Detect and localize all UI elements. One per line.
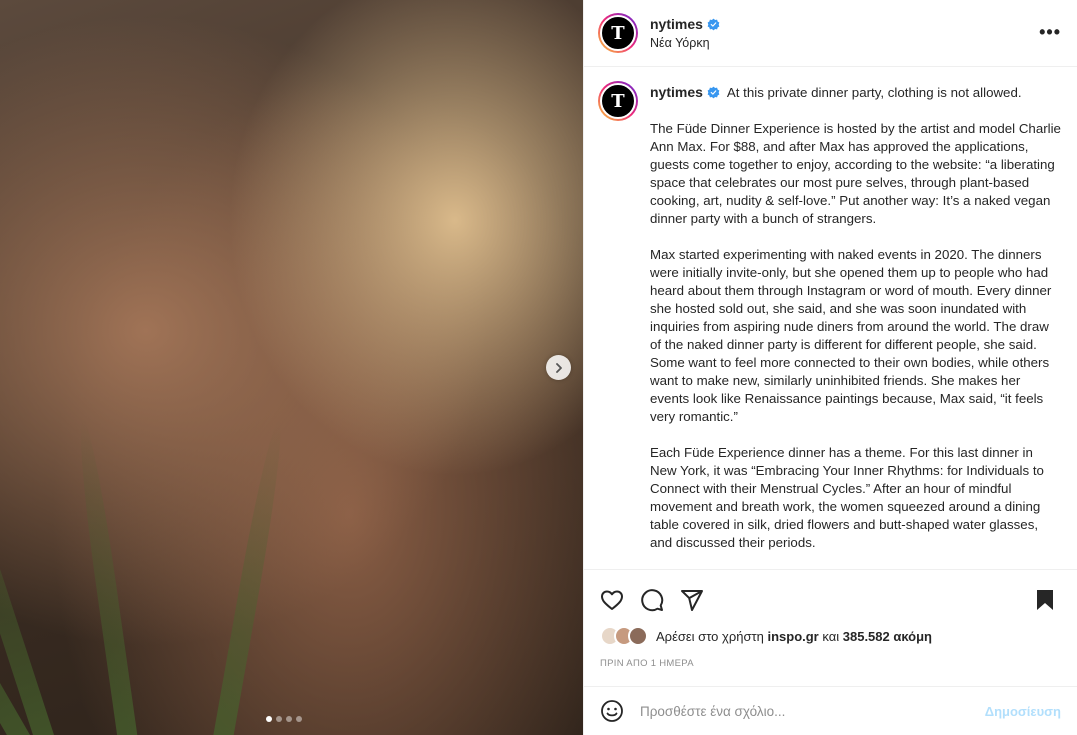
author-username-row: nytimes: [650, 16, 720, 32]
carousel-dots: [266, 716, 302, 722]
likes-user-link[interactable]: inspo.gr: [767, 629, 818, 644]
carousel-dot: [296, 716, 302, 722]
likes-prefix: Αρέσει στο χρήστη: [656, 628, 764, 644]
liker-avatar[interactable]: [628, 626, 648, 646]
comment-bar: Δημοσίευση: [584, 686, 1077, 735]
carousel-dot: [276, 716, 282, 722]
caption-username[interactable]: nytimes: [650, 83, 703, 101]
chevron-right-icon: [555, 362, 562, 373]
likes-summary: Αρέσει στο χρήστη inspo.gr και 385.582 α…: [584, 618, 1077, 646]
more-options-icon[interactable]: •••: [1039, 22, 1061, 43]
caption-paragraph: Each Füde Experience dinner has a theme.…: [650, 445, 1044, 550]
post-timestamp[interactable]: ΠΡΙΝ ΑΠΟ 1 ΗΜΕΡΑ: [584, 646, 1077, 669]
share-direct-icon[interactable]: [680, 588, 704, 612]
comment-input[interactable]: [640, 703, 985, 719]
media-decor: [72, 416, 140, 735]
caption-avatar[interactable]: T: [598, 81, 638, 121]
like-heart-icon[interactable]: [600, 588, 624, 612]
caption-area: T nytimes At this private dinner party, …: [584, 67, 1077, 568]
comment-icon[interactable]: [640, 588, 664, 612]
post-location[interactable]: Νέα Υόρκη: [650, 36, 720, 50]
post-media[interactable]: [0, 0, 583, 735]
media-decor: [210, 418, 289, 735]
caption-paragraph: The Füde Dinner Experience is hosted by …: [650, 121, 1061, 226]
emoji-icon[interactable]: [600, 699, 624, 723]
caption-body: nytimes At this private dinner party, cl…: [650, 81, 1063, 552]
likes-connector: και: [822, 628, 840, 644]
caption-headline: At this private dinner party, clothing i…: [726, 85, 1022, 100]
verified-badge-icon: [707, 18, 720, 30]
author-username[interactable]: nytimes: [650, 16, 703, 32]
nyt-logo: T: [600, 83, 636, 119]
caption-first-line: nytimes At this private dinner party, cl…: [650, 81, 1063, 102]
action-icons: [584, 570, 1077, 618]
carousel-dot: [286, 716, 292, 722]
media-decor: [0, 428, 60, 735]
liker-avatars: [600, 626, 648, 646]
post-header: T nytimes Νέα Υόρκη •••: [584, 0, 1077, 67]
caption-username-row: nytimes: [650, 83, 720, 101]
post-sidebar: T nytimes Νέα Υόρκη ••• T nytimes At thi…: [583, 0, 1077, 735]
verified-badge-icon: [707, 86, 720, 98]
author-info: nytimes Νέα Υόρκη: [650, 16, 720, 50]
carousel-dot: [266, 716, 272, 722]
likes-count[interactable]: 385.582 ακόμη: [843, 629, 932, 644]
nyt-logo: T: [600, 15, 636, 51]
next-media-button[interactable]: [546, 355, 571, 380]
save-bookmark-icon[interactable]: [1033, 588, 1057, 612]
author-avatar[interactable]: T: [598, 13, 638, 53]
caption-paragraph: Max started experimenting with naked eve…: [650, 247, 1052, 424]
caption: T nytimes At this private dinner party, …: [598, 81, 1063, 552]
post-comment-button[interactable]: Δημοσίευση: [985, 704, 1061, 719]
